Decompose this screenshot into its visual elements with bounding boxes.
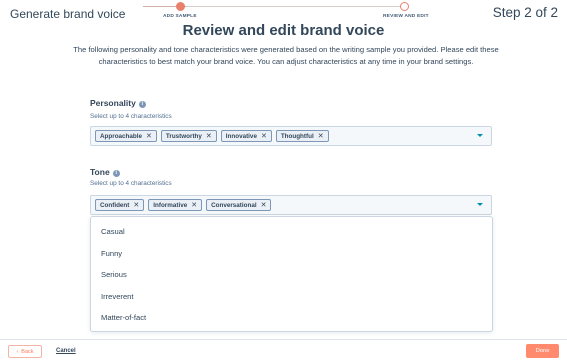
remove-tag-icon[interactable]: ✕: [206, 132, 212, 140]
intro-text: The following personality and tone chara…: [73, 45, 499, 66]
progress-label-review-edit: REVIEW AND EDIT: [383, 14, 429, 19]
tone-options-dropdown: Casual Funny Serious Irreverent Matter-o…: [90, 216, 493, 332]
personality-select[interactable]: Approachable ✕ Trustworthy ✕ Innovative ✕ T…: [90, 126, 492, 146]
wizard-footer: ‹ Back Cancel Done: [0, 339, 567, 360]
option-irreverent[interactable]: Irreverent: [101, 292, 134, 301]
info-icon[interactable]: i: [112, 170, 120, 177]
wizard-title: Generate brand voice: [10, 7, 126, 21]
tone-tag: Conversational ✕: [206, 199, 272, 211]
personality-tag: Thoughtful ✕: [275, 130, 329, 142]
progress-step-current-icon: [400, 2, 409, 11]
remove-tag-icon[interactable]: ✕: [261, 201, 267, 209]
tag-label: Confident: [100, 201, 130, 209]
progress-track: [186, 6, 404, 7]
option-matter-of-fact[interactable]: Matter-of-fact: [101, 313, 146, 322]
personality-hint: Select up to 4 characteristics: [90, 113, 172, 120]
cancel-button[interactable]: Cancel: [56, 348, 76, 354]
remove-tag-icon[interactable]: ✕: [133, 201, 139, 209]
done-button[interactable]: Done: [526, 344, 559, 358]
personality-tag: Innovative ✕: [220, 130, 272, 142]
option-serious[interactable]: Serious: [101, 270, 127, 279]
option-funny[interactable]: Funny: [101, 249, 122, 258]
personality-label-text: Personality: [90, 98, 136, 108]
tone-tag: Confident ✕: [95, 199, 145, 211]
info-icon[interactable]: i: [138, 101, 146, 108]
tag-label: Innovative: [225, 132, 257, 140]
personality-tag: Approachable ✕: [95, 130, 157, 142]
tone-label-text: Tone: [90, 167, 110, 177]
personality-label: Personality i: [90, 98, 146, 108]
remove-tag-icon[interactable]: ✕: [146, 132, 152, 140]
remove-tag-icon[interactable]: ✕: [318, 132, 324, 140]
tone-tags: Confident ✕ Informative ✕ Conversational ✕: [95, 199, 272, 211]
personality-tags: Approachable ✕ Trustworthy ✕ Innovative ✕ T…: [95, 130, 329, 142]
remove-tag-icon[interactable]: ✕: [191, 201, 197, 209]
tag-label: Informative: [153, 201, 188, 209]
step-indicator: Step 2 of 2: [492, 5, 558, 20]
remove-tag-icon[interactable]: ✕: [261, 132, 267, 140]
progress-step-done-icon: [176, 2, 185, 11]
tone-label: Tone i: [90, 167, 120, 177]
back-button[interactable]: ‹ Back: [8, 345, 42, 358]
tag-label: Thoughtful: [280, 132, 314, 140]
personality-tag: Trustworthy ✕: [160, 130, 217, 142]
back-button-label: Back: [21, 348, 34, 355]
tone-hint: Select up to 4 characteristics: [90, 180, 172, 187]
tag-label: Approachable: [100, 132, 142, 140]
page-title: Review and edit brand voice: [182, 22, 385, 39]
tone-select[interactable]: Confident ✕ Informative ✕ Conversational ✕: [90, 195, 492, 215]
chevron-left-icon: ‹: [16, 348, 19, 355]
tag-label: Trustworthy: [165, 132, 202, 140]
option-casual[interactable]: Casual: [101, 227, 125, 236]
caret-down-icon[interactable]: [477, 203, 483, 206]
caret-down-icon[interactable]: [477, 134, 483, 137]
tag-label: Conversational: [211, 201, 257, 209]
progress-label-add-sample: ADD SAMPLE: [163, 14, 197, 19]
tone-tag: Informative ✕: [148, 199, 203, 211]
